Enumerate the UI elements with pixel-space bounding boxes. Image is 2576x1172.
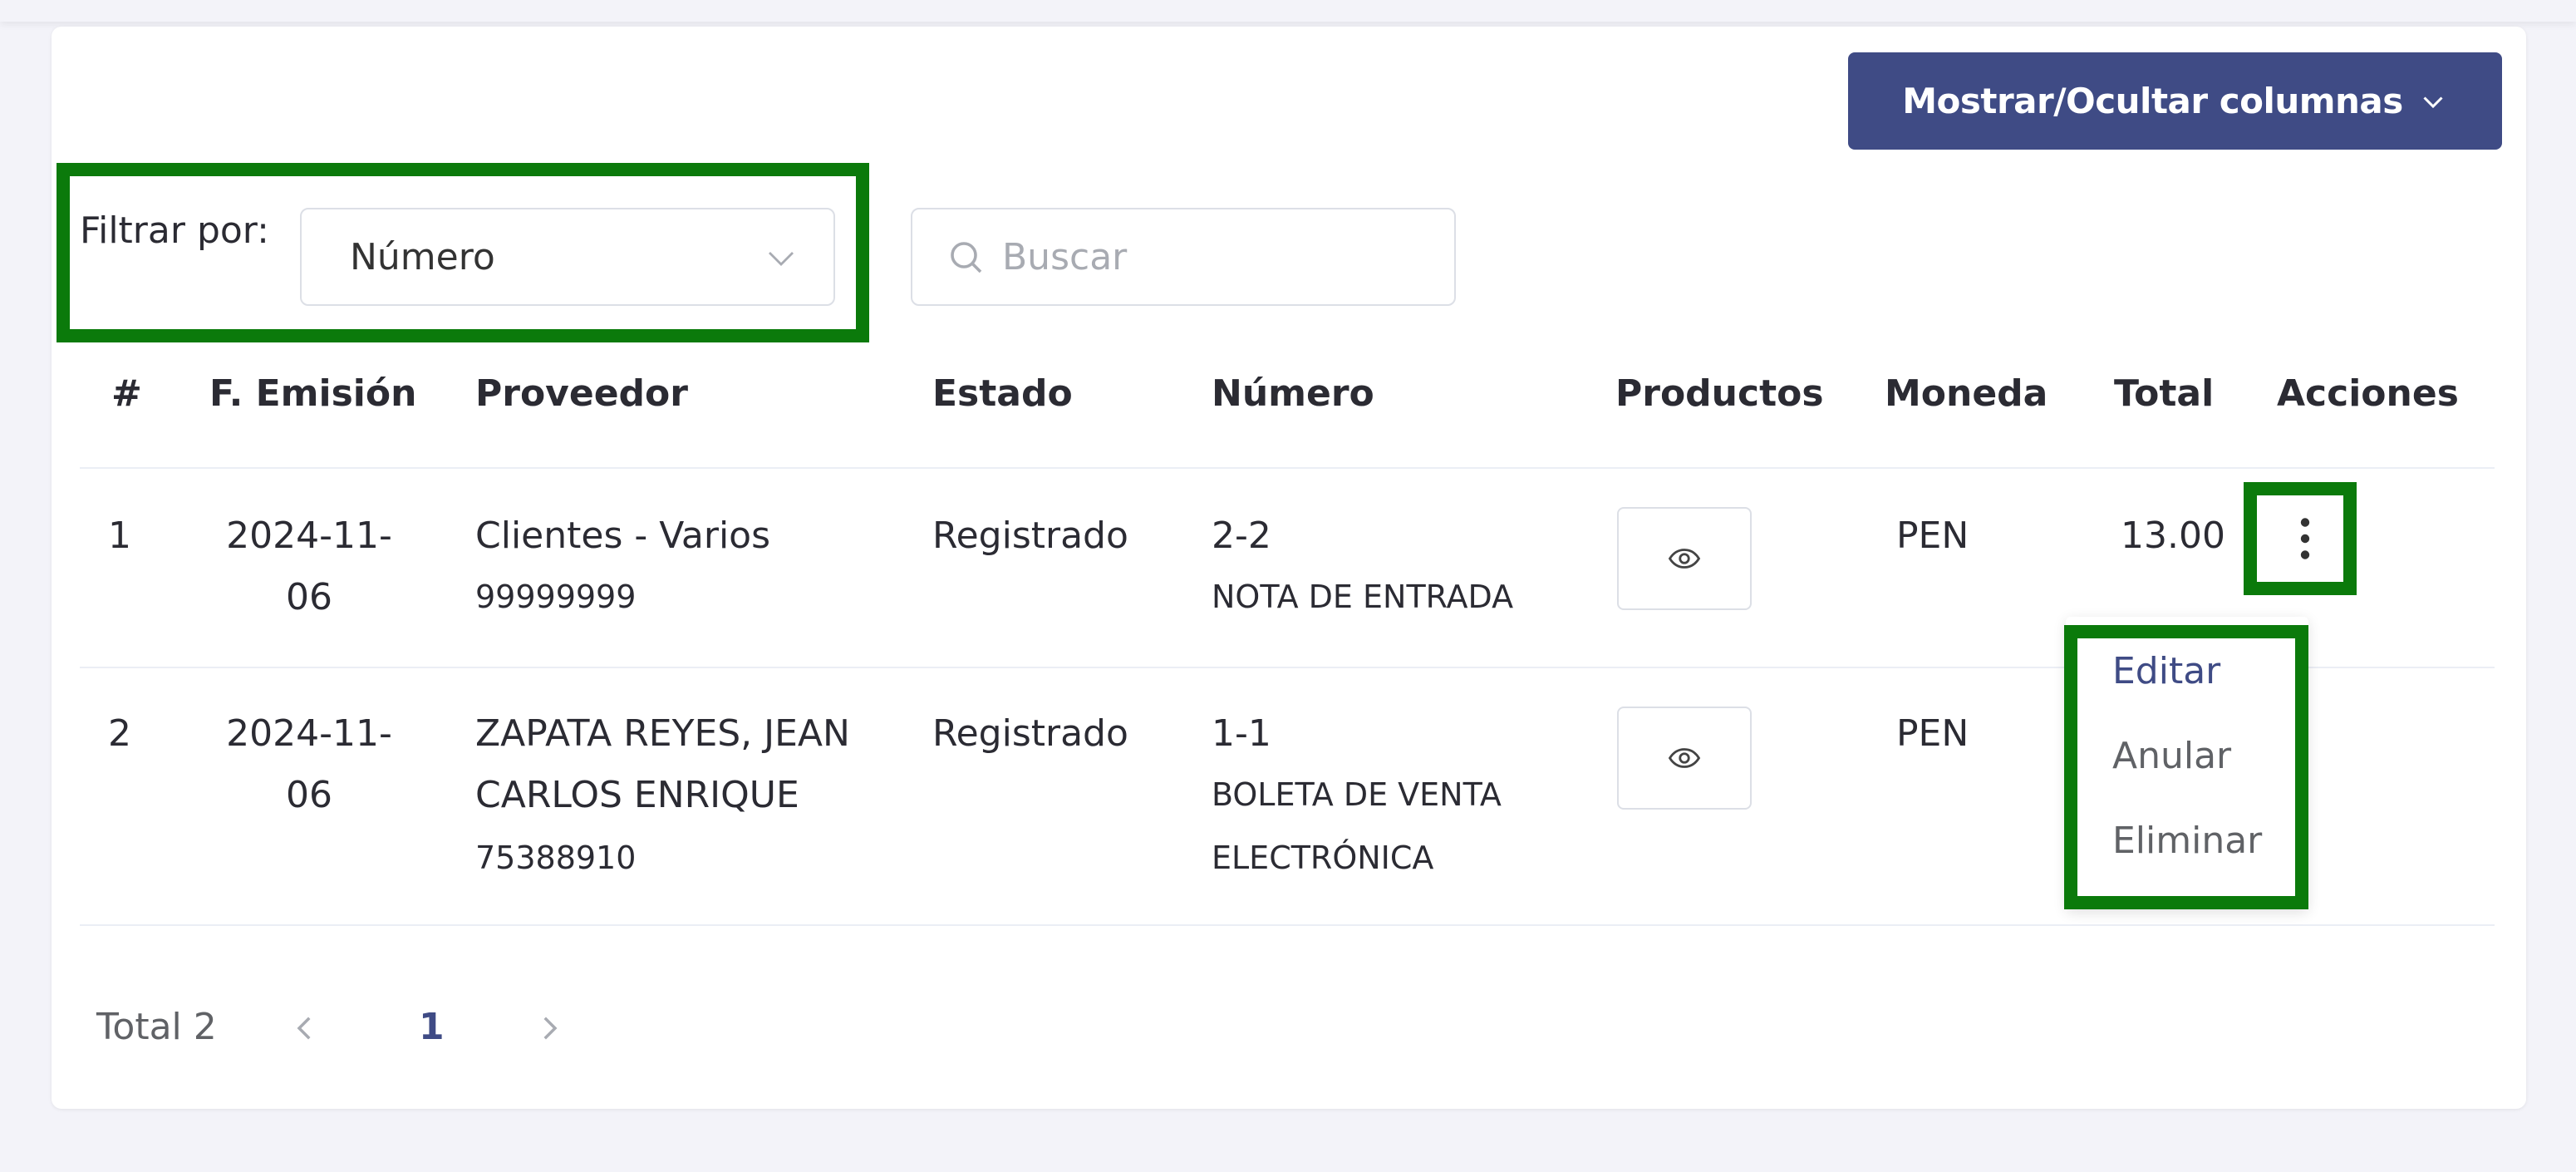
chevron-down-icon [2423, 96, 2443, 108]
filter-label: Filtrar por: [80, 209, 269, 252]
row-actions-button[interactable] [2262, 494, 2348, 584]
header-date: F. Emisión [209, 372, 417, 415]
row-date-line1: 2024-11- [226, 712, 392, 755]
header-currency: Moneda [1885, 372, 2048, 415]
row-supplier-line1: ZAPATA REYES, JEAN [475, 712, 850, 755]
top-bar [0, 0, 2576, 22]
row-index: 2 [108, 712, 131, 755]
chevron-left-icon[interactable] [288, 1011, 322, 1046]
menu-item-delete[interactable]: Eliminar [2112, 820, 2262, 862]
row-supplier-line2: CARLOS ENRIQUE [475, 774, 799, 816]
menu-item-edit[interactable]: Editar [2112, 650, 2220, 692]
view-products-button[interactable] [1617, 707, 1752, 810]
pagination-total: Total 2 [96, 1006, 217, 1048]
row-supplier-name: ZAPATA REYES, JEAN CARLOS ENRIQUE [475, 703, 850, 826]
row-currency: PEN [1896, 712, 1969, 755]
eye-icon [1668, 748, 1701, 768]
row-date: 2024-11- 06 [226, 505, 392, 628]
search-box[interactable] [911, 208, 1456, 306]
row-doc-type: BOLETA DE VENTA ELECTRÓNICA [1212, 763, 1502, 889]
filter-select[interactable]: Número [300, 208, 835, 306]
header-number: Número [1212, 372, 1374, 415]
pagination-page-current[interactable]: 1 [419, 1006, 445, 1048]
toggle-columns-label: Mostrar/Ocultar columnas [1902, 81, 2403, 121]
row-number: 2-2 [1212, 515, 1271, 557]
table-bottom-divider [80, 924, 2495, 926]
row-total: 13.00 [2121, 515, 2225, 557]
toggle-columns-button[interactable]: Mostrar/Ocultar columnas [1848, 52, 2502, 150]
row-date-line1: 2024-11- [226, 515, 392, 557]
row-supplier-name: Clientes - Varios [475, 515, 771, 557]
kebab-icon [2300, 518, 2310, 559]
header-total: Total [2114, 372, 2215, 415]
header-supplier: Proveedor [475, 372, 688, 415]
search-icon [951, 242, 982, 273]
row-number: 1-1 [1212, 712, 1271, 755]
chevron-down-icon [769, 252, 794, 266]
row-status: Registrado [932, 712, 1128, 755]
row-doc-type-line1: BOLETA DE VENTA [1212, 776, 1502, 813]
eye-icon [1668, 549, 1701, 569]
row-supplier-doc: 99999999 [475, 579, 637, 615]
filter-selected-value: Número [350, 235, 495, 278]
row-date-line2: 06 [286, 774, 332, 816]
row-date: 2024-11- 06 [226, 703, 392, 826]
header-products: Productos [1615, 372, 1824, 415]
row-doc-type-line2: ELECTRÓNICA [1212, 840, 1434, 876]
row-supplier-doc: 75388910 [475, 840, 637, 876]
chevron-right-icon[interactable] [532, 1011, 567, 1046]
menu-item-void[interactable]: Anular [2112, 735, 2231, 777]
actions-dropdown: Editar Anular Eliminar [2066, 617, 2308, 909]
row-status: Registrado [932, 515, 1128, 557]
header-actions: Acciones [2277, 372, 2459, 415]
row-doc-type: NOTA DE ENTRADA [1212, 579, 1514, 615]
row-index: 1 [108, 515, 131, 557]
header-index: # [111, 372, 142, 415]
header-divider [80, 467, 2495, 469]
header-status: Estado [932, 372, 1073, 415]
search-input[interactable] [1002, 235, 1451, 278]
row-date-line2: 06 [286, 576, 332, 618]
view-products-button[interactable] [1617, 507, 1752, 610]
row-currency: PEN [1896, 515, 1969, 557]
